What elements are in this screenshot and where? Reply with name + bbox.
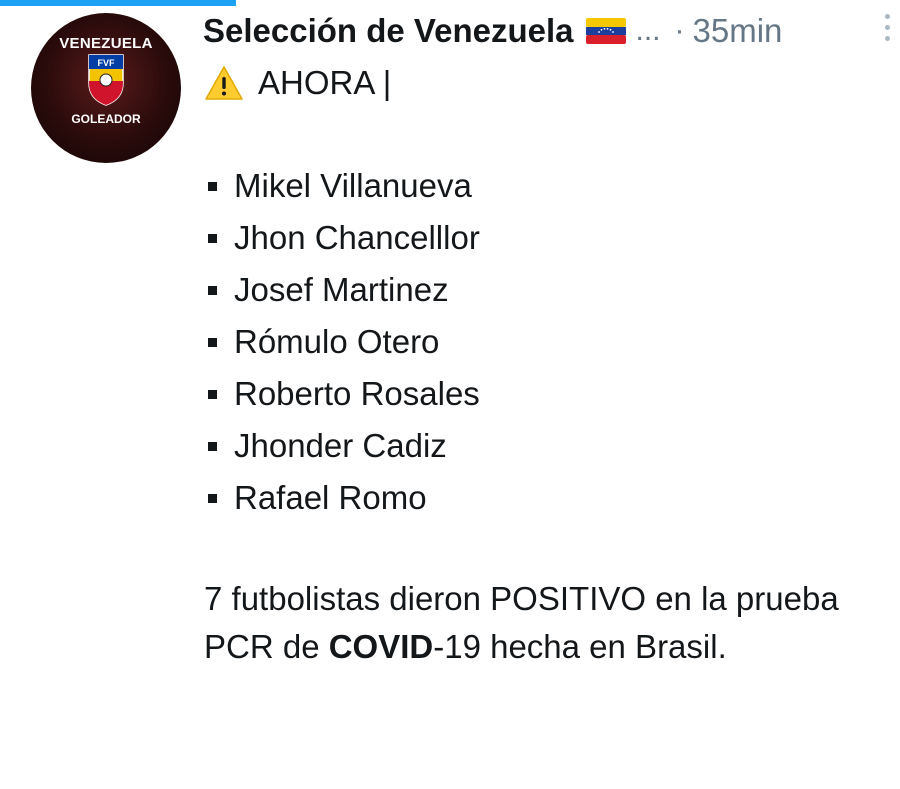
timestamp[interactable]: 35min [693,12,783,50]
bullet-icon [208,441,217,451]
bullet-icon [208,285,217,295]
list-item: Jhon Chancelllor [208,212,884,264]
bullet-icon [208,389,217,399]
list-item: Josef Martinez [208,264,884,316]
list-item: Jhonder Cadiz [208,420,884,472]
tweet: VENEZUELA FVF GOLEADOR Selección de Vene… [0,0,900,789]
player-name: Rafael Romo [234,479,427,516]
bullet-icon [208,337,217,347]
alert-line: AHORA | [204,58,884,108]
bullet-icon [208,233,217,243]
player-name: Roberto Rosales [234,375,480,412]
tweet-text: AHORA | Mikel Villanueva Jhon Chancelllo… [204,58,884,704]
player-name: Jhonder Cadiz [234,427,447,464]
bullet-icon [208,493,217,503]
separator-dot: · [674,14,685,47]
player-name: Mikel Villanueva [234,167,472,204]
player-name: Rómulo Otero [234,323,440,360]
more-options-icon[interactable] [882,14,892,48]
summary-paragraph: 7 futbolistas dieron POSITIVO en la prue… [204,575,884,671]
list-item: Roberto Rosales [208,368,884,420]
list-item: Rómulo Otero [208,316,884,368]
avatar-top-text: VENEZUELA [59,35,153,52]
venezuela-flag-icon [585,18,626,44]
warning-icon [205,66,243,100]
avatar[interactable]: VENEZUELA FVF GOLEADOR [31,13,181,163]
list-item: Mikel Villanueva [208,160,884,212]
crest-label: FVF [98,58,116,68]
alert-text: AHORA | [258,64,392,101]
list-item: Rafael Romo [208,472,884,524]
player-name: Jhon Chancelllor [234,219,480,256]
avatar-bottom-text: GOLEADOR [71,112,141,126]
name-truncation: ... [635,14,661,47]
player-list: Mikel Villanueva Jhon Chancelllor Josef … [208,160,884,524]
fvf-crest-icon: FVF [88,54,124,106]
player-name: Josef Martinez [234,271,449,308]
display-name[interactable]: Selección de Venezuela [203,12,574,50]
summary-bold-text: COVID [328,628,434,665]
summary-text-end: -19 hecha en Brasil. [433,628,727,665]
bullet-icon [208,181,217,191]
tweet-header: Selección de Venezuela ... · 35min [203,8,782,54]
